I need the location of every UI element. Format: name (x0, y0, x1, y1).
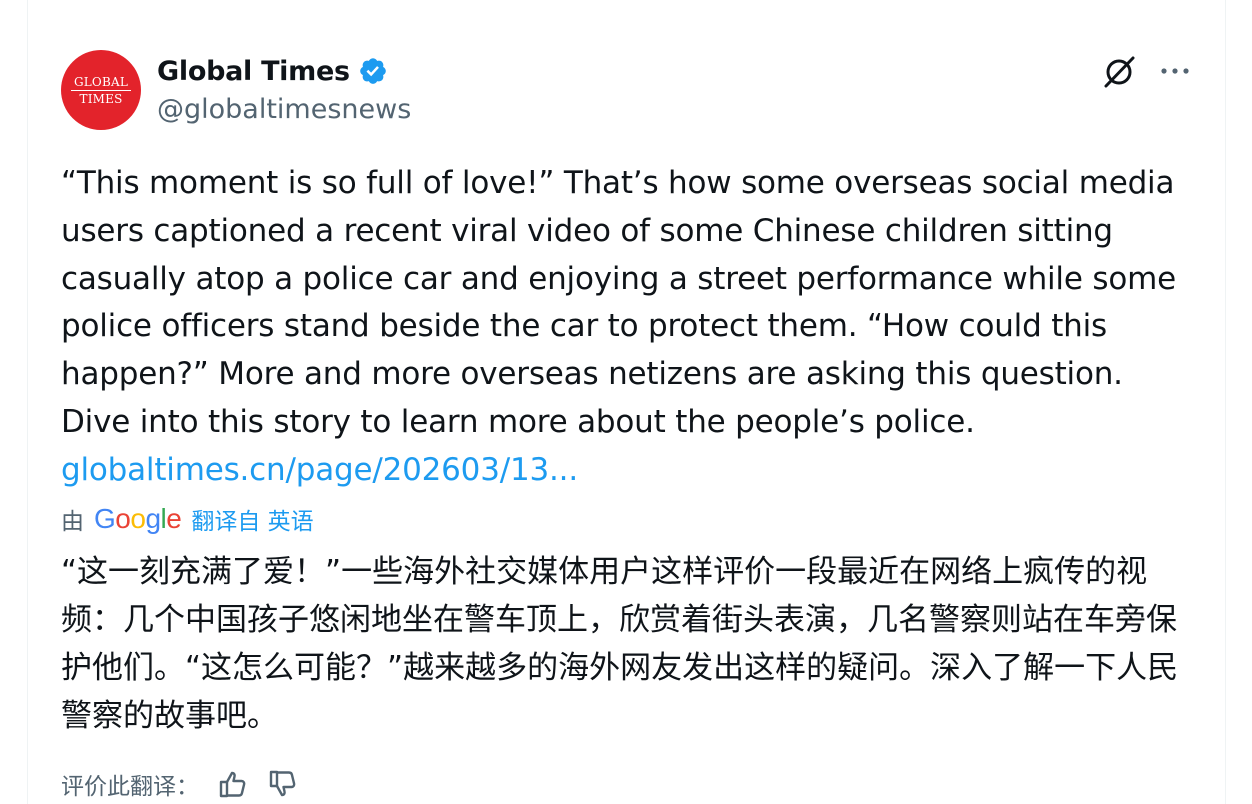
rate-translation-row: 评价此翻译： (61, 764, 299, 804)
translation-attribution: 由 Google 翻译自 英语 (61, 502, 314, 536)
avatar[interactable]: GLOBAL TIMES (61, 50, 141, 130)
translated-text: “这一刻充满了爱！”一些海外社交媒体用户这样评价一段最近在网络上疯传的视频：几个… (61, 554, 1179, 734)
tweet-link[interactable]: globaltimes.cn/page/202603/13... (61, 447, 578, 494)
google-letter-g: G (94, 503, 116, 534)
thumbs-down-icon[interactable] (267, 768, 299, 800)
google-letter-o2: o (130, 503, 146, 534)
translated-from-link[interactable]: 翻译自 英语 (191, 502, 313, 536)
more-options-icon[interactable] (1156, 52, 1194, 90)
display-name[interactable]: Global Times (157, 56, 350, 87)
grok-icon[interactable] (1100, 52, 1138, 90)
avatar-line1: GLOBAL (73, 74, 129, 89)
account-handle[interactable]: @globaltimesnews (157, 94, 411, 125)
google-letter-o1: o (115, 503, 131, 534)
avatar-line2: TIMES (79, 91, 123, 106)
thumbs-up-icon[interactable] (217, 768, 249, 800)
translated-by-label: 由 (61, 509, 84, 535)
verified-badge-icon (359, 58, 386, 84)
tweet-card: GLOBAL TIMES Global Times @globaltimesne… (27, 0, 1226, 804)
rate-translation-label: 评价此翻译： (61, 774, 199, 800)
google-letter-g2: g (145, 503, 161, 534)
google-letter-e: e (166, 503, 182, 534)
google-logo: Google (94, 503, 182, 535)
avatar-divider (71, 89, 131, 91)
author-name-row: Global Times (157, 54, 388, 88)
tweet-text: “This moment is so full of love!” That’s… (61, 165, 1176, 440)
